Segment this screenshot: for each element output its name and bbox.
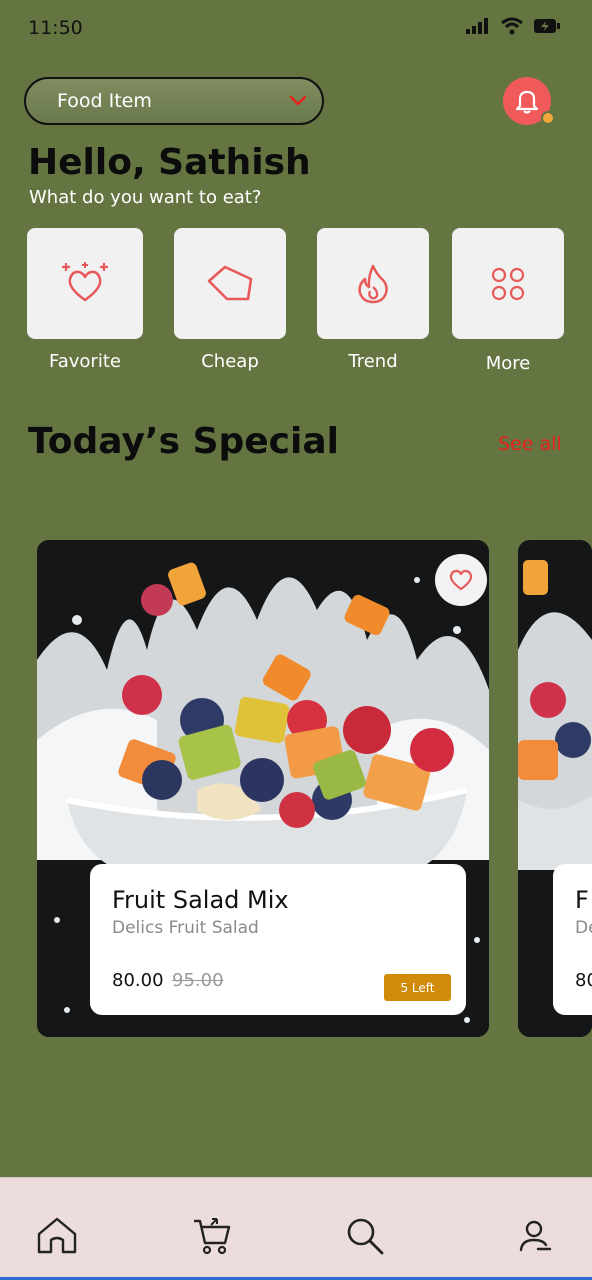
- nav-home[interactable]: [33, 1212, 81, 1260]
- category-more[interactable]: More: [452, 228, 564, 374]
- category-label: More: [485, 353, 531, 374]
- see-all-link[interactable]: See all: [498, 433, 562, 455]
- food-type-dropdown[interactable]: Food Item: [24, 77, 324, 125]
- signal-icon: [466, 18, 488, 34]
- food-info-card: F De 80: [553, 864, 592, 1015]
- profile-icon: [519, 1220, 552, 1252]
- category-box: [452, 228, 564, 339]
- nav-profile[interactable]: [510, 1212, 558, 1260]
- food-price: 80: [575, 970, 592, 991]
- stock-badge: 5 Left: [384, 974, 451, 1001]
- status-time: 11:50: [28, 17, 83, 39]
- food-title: Fruit Salad Mix: [112, 886, 289, 914]
- section-title: Today’s Special: [28, 421, 339, 462]
- food-old-price: 95.00: [172, 970, 224, 991]
- status-bar: 11:50: [0, 0, 592, 56]
- food-card[interactable]: Fruit Salad Mix Delics Fruit Salad 80.00…: [37, 540, 489, 1037]
- favorite-button[interactable]: [435, 554, 487, 606]
- category-label: Trend: [348, 351, 398, 372]
- price-tag-icon: [207, 265, 253, 300]
- search-icon: [347, 1218, 384, 1255]
- food-subtitle: Delics Fruit Salad: [112, 918, 259, 938]
- dropdown-label: Food Item: [57, 90, 152, 112]
- wifi-icon: [501, 17, 523, 35]
- flame-icon: [358, 264, 388, 303]
- greeting-title: Hello, Sathish: [28, 142, 311, 183]
- category-label: Favorite: [49, 351, 121, 372]
- food-subtitle: De: [575, 918, 592, 938]
- food-price: 80.00: [112, 970, 164, 991]
- battery-icon: [534, 19, 560, 33]
- category-label: Cheap: [201, 351, 259, 372]
- grid-circles-icon: [491, 267, 525, 300]
- nav-cart[interactable]: [188, 1212, 236, 1260]
- notification-dot: [541, 111, 555, 125]
- category-box: [27, 228, 143, 339]
- home-icon: [37, 1217, 77, 1254]
- heart-sparkle-icon: [62, 261, 108, 301]
- chevron-down-icon: [289, 95, 307, 106]
- food-card[interactable]: F De 80: [518, 540, 592, 1037]
- status-icons: [466, 17, 560, 35]
- category-box: [317, 228, 429, 339]
- cart-icon: [194, 1218, 231, 1255]
- nav-search[interactable]: [341, 1212, 389, 1260]
- notification-button[interactable]: [503, 77, 555, 125]
- bell-icon: [515, 90, 539, 114]
- category-trend[interactable]: Trend: [317, 228, 429, 372]
- category-cheap[interactable]: Cheap: [174, 228, 286, 372]
- greeting-subtitle: What do you want to eat?: [29, 187, 262, 208]
- food-title: F: [575, 886, 589, 914]
- bottom-nav: [0, 1177, 592, 1280]
- category-favorite[interactable]: Favorite: [27, 228, 143, 372]
- heart-icon: [449, 569, 473, 591]
- category-box: [174, 228, 286, 339]
- food-info-card: Fruit Salad Mix Delics Fruit Salad 80.00…: [90, 864, 466, 1015]
